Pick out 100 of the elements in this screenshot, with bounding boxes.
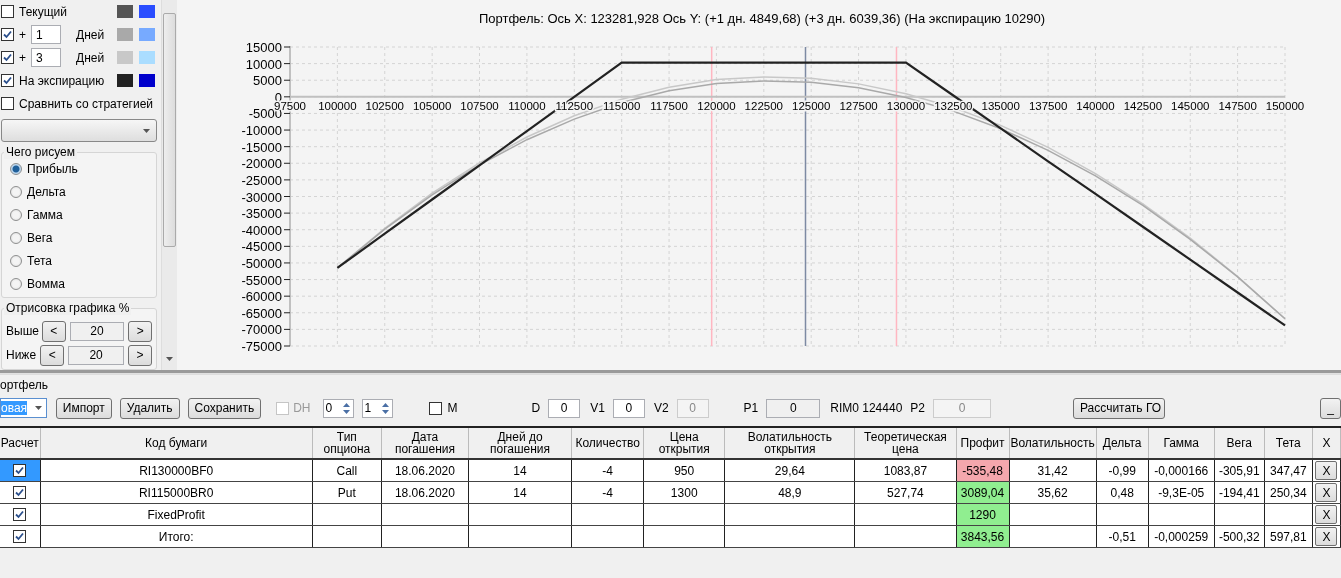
spin-field[interactable]: 1 [361, 398, 393, 418]
radio-label: Тета [27, 253, 52, 268]
radio-button[interactable] [10, 277, 22, 290]
range-label: Ниже [6, 348, 37, 362]
radio-label: Гамма [27, 207, 63, 222]
checkbox[interactable] [1, 28, 14, 41]
group-title: Чего рисуем [4, 145, 77, 159]
color-swatch[interactable] [139, 28, 156, 41]
row-selector-cell[interactable] [0, 503, 41, 526]
column-header[interactable]: Профит [956, 427, 1010, 459]
radio-button[interactable] [10, 185, 22, 198]
column-header[interactable]: Вега [1214, 427, 1265, 459]
column-header[interactable]: Дельта [1096, 427, 1149, 459]
y-tick-label: -70000 [241, 322, 282, 338]
column-header[interactable]: Тип опциона [312, 427, 382, 459]
column-header[interactable]: X [1312, 427, 1341, 459]
column-header[interactable]: Количество [571, 427, 644, 459]
x-tick-label: 122500 [744, 99, 783, 112]
column-header[interactable]: Код бумаги [40, 427, 313, 459]
y-tick-label: -30000 [241, 189, 282, 205]
x-tick-label: 110000 [508, 99, 546, 112]
checkbox[interactable] [1, 51, 14, 64]
radio-button[interactable] [10, 208, 22, 221]
row-selector-cell[interactable] [0, 481, 41, 504]
remove-button[interactable]: X [1315, 483, 1338, 502]
checkbox[interactable] [1, 97, 14, 110]
radio-button[interactable] [10, 231, 22, 244]
y-tick-label: -25000 [241, 172, 282, 188]
column-header[interactable]: Цена открытия [643, 427, 725, 459]
color-swatch[interactable] [139, 51, 156, 64]
days-field[interactable]: 3 [31, 48, 61, 67]
table-cell: RI130000BF0 [40, 459, 313, 482]
value-field[interactable]: 0 [766, 398, 821, 418]
table-cell: FixedProfit [40, 503, 313, 526]
scrollbar[interactable] [161, 0, 177, 370]
toolbar-button[interactable]: Импорт [55, 397, 112, 419]
y-tick-label: -65000 [241, 305, 282, 321]
color-swatch[interactable] [117, 51, 134, 64]
color-swatch[interactable] [139, 74, 156, 87]
increase-button[interactable]: > [127, 344, 153, 366]
color-swatch[interactable] [117, 5, 134, 18]
decrease-button[interactable]: < [42, 320, 66, 342]
spin-field[interactable]: 0 [322, 398, 354, 418]
column-header[interactable]: Теоретическая цена [854, 427, 956, 459]
remove-button[interactable]: X [1315, 461, 1338, 480]
minimize-button[interactable]: _ [1320, 397, 1341, 419]
x-tick-label: 117500 [650, 99, 688, 112]
column-header[interactable]: Гамма [1148, 427, 1215, 459]
field-label: V1 [590, 401, 605, 415]
checkbox[interactable] [13, 529, 27, 543]
toolbar-button[interactable]: Сохранить [187, 397, 262, 419]
value-field[interactable]: 0 [548, 398, 581, 418]
x-tick-label: 105000 [412, 99, 452, 112]
row-selector-cell[interactable] [0, 459, 41, 482]
column-header[interactable]: Расчет [0, 427, 41, 459]
checkbox[interactable] [1, 74, 14, 87]
value-field[interactable]: 0 [612, 398, 645, 418]
strategy-dropdown[interactable] [1, 119, 158, 142]
group-title: ортфель [0, 378, 49, 392]
radio-button[interactable] [10, 162, 22, 175]
column-header[interactable]: Волатильность [1009, 427, 1097, 459]
caret-icon[interactable] [34, 406, 42, 410]
x-tick-label: 120000 [697, 99, 736, 112]
caret-icon[interactable] [143, 128, 151, 133]
remove-button[interactable]: X [1315, 527, 1338, 546]
range-value: 20 [69, 321, 125, 341]
y-tick-label: -20000 [241, 156, 282, 172]
column-header[interactable]: Дата погашения [381, 427, 469, 459]
x-tick-label: 115000 [602, 99, 641, 112]
checkbox[interactable] [428, 401, 442, 415]
column-header[interactable]: Тета [1264, 427, 1313, 459]
y-tick-label: -10000 [241, 123, 282, 139]
checkbox-label: Сравнить со стратегией [19, 96, 153, 111]
range-value: 20 [68, 345, 124, 365]
field-label: D [531, 401, 541, 415]
chart-title: Портфель: Ось X: 123281,928 Ось Y: (+1 дн. 4849,68) (+3 дн. 6039,36) (На экспирацию 10290) [478, 11, 1046, 26]
column-header[interactable]: Волатильность открытия [724, 427, 855, 459]
y-tick-label: -40000 [241, 222, 282, 238]
x-tick-label: 100000 [318, 99, 357, 112]
color-swatch[interactable] [117, 28, 134, 41]
checkbox[interactable] [13, 485, 27, 499]
row-selector-cell[interactable] [0, 525, 41, 548]
radio-button[interactable] [10, 254, 22, 267]
plus-label: + [19, 50, 26, 65]
checkbox[interactable] [13, 463, 27, 477]
increase-button[interactable]: > [128, 320, 153, 342]
table-cell: Итого: [40, 525, 313, 548]
remove-button[interactable]: X [1315, 505, 1338, 524]
decrease-button[interactable]: < [40, 344, 65, 366]
toolbar-button[interactable]: Удалить [119, 397, 180, 419]
scroll-down-icon[interactable] [166, 357, 174, 361]
color-swatch[interactable] [117, 74, 134, 87]
calculate-button[interactable]: Рассчитать ГО [1073, 397, 1165, 419]
checkbox[interactable] [1, 5, 14, 18]
days-field[interactable]: 1 [31, 25, 61, 44]
color-swatch[interactable] [139, 5, 156, 18]
x-tick-label: 130000 [886, 99, 926, 112]
scroll-thumb[interactable] [163, 13, 177, 247]
checkbox[interactable] [13, 507, 27, 521]
column-header[interactable]: Дней до погашения [468, 427, 572, 459]
